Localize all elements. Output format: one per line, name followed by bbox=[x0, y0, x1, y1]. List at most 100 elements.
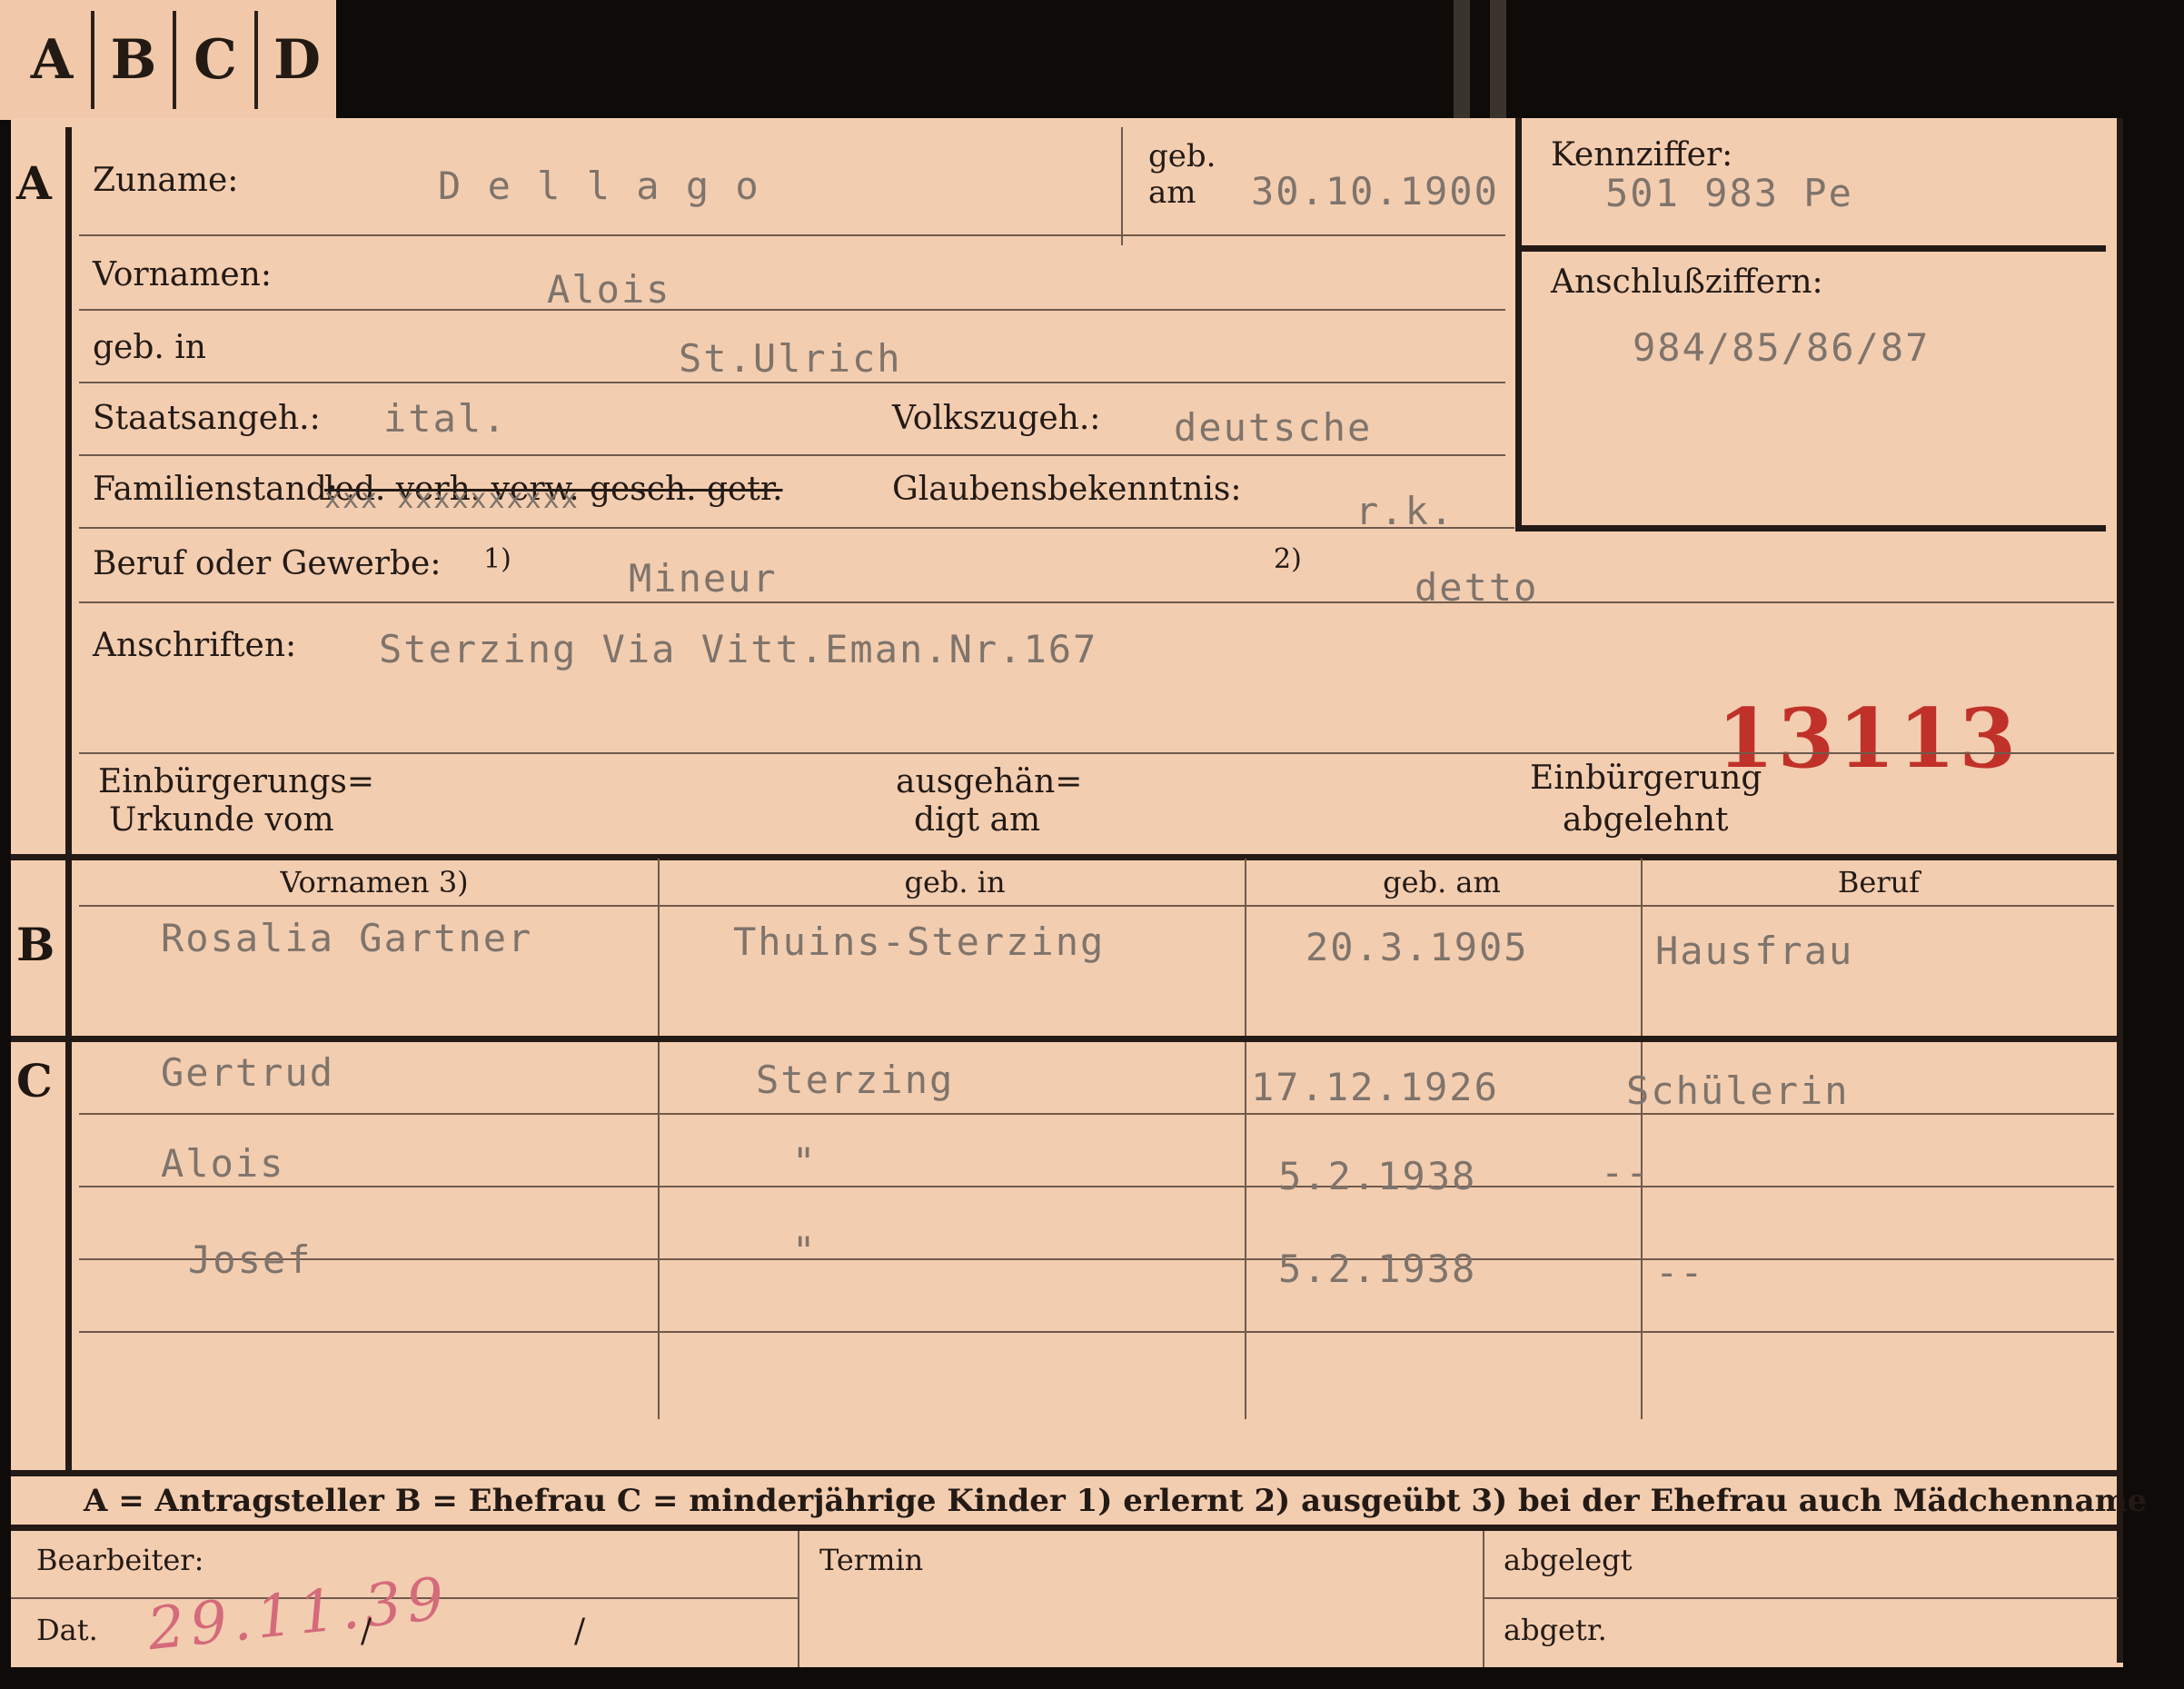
zuname-value: D e l l a g o bbox=[438, 164, 760, 208]
staatsangeh-label: Staatsangeh.: bbox=[93, 400, 321, 437]
vornamen-value: Alois bbox=[547, 267, 671, 312]
rule bbox=[79, 309, 1505, 311]
rule bbox=[79, 1258, 2114, 1260]
col-divider bbox=[1245, 1042, 1246, 1419]
left-rule bbox=[65, 127, 72, 1472]
child-1-name: Gertrud bbox=[161, 1050, 335, 1095]
section-c-top-rule bbox=[11, 1036, 2119, 1042]
geb-am-label-2: am bbox=[1148, 174, 1196, 211]
kennziffer-box-bottom bbox=[1515, 525, 2106, 532]
date-slash-2: / bbox=[574, 1613, 586, 1650]
rule bbox=[79, 1186, 2114, 1187]
beruf-note-1: 1) bbox=[483, 543, 511, 575]
beruf-value-1: Mineur bbox=[629, 556, 778, 601]
rule bbox=[79, 234, 1505, 236]
handwritten-date: 29.11.39 bbox=[144, 1565, 452, 1664]
col-header-geb-am: geb. am bbox=[1383, 865, 1501, 899]
beruf-label: Beruf oder Gewerbe: bbox=[93, 545, 442, 582]
date-slash-1: / bbox=[361, 1613, 372, 1650]
child-3-occupation: -- bbox=[1655, 1250, 1705, 1295]
tab-a[interactable]: A bbox=[13, 11, 94, 109]
legend-text: A = Antragsteller B = Ehefrau C = minder… bbox=[84, 1483, 2148, 1519]
section-a-marker: A bbox=[16, 156, 52, 210]
ausgehaen-label-1: ausgehän= bbox=[896, 763, 1083, 800]
spouse-birthdate: 20.3.1905 bbox=[1305, 925, 1529, 969]
familienstand-label: Familienstand: bbox=[93, 471, 338, 508]
anschriften-value: Sterzing Via Vitt.Eman.Nr.167 bbox=[379, 627, 1098, 671]
ausgehaen-label-2: digt am bbox=[914, 801, 1041, 839]
bearbeiter-label: Bearbeiter: bbox=[36, 1543, 204, 1577]
einbuergerung-label-2: abgelehnt bbox=[1563, 801, 1729, 839]
geb-am-value: 30.10.1900 bbox=[1251, 169, 1499, 214]
rule bbox=[79, 454, 1505, 456]
registration-card: A Zuname: D e l l a g o geb. am 30.10.19… bbox=[11, 118, 2147, 1667]
divider bbox=[1121, 127, 1123, 245]
geb-in-value: St.Ulrich bbox=[679, 336, 902, 381]
footer-divider bbox=[798, 1531, 799, 1667]
section-b-marker: B bbox=[16, 918, 55, 971]
section-b-top-rule bbox=[11, 854, 2119, 860]
registration-number-stamp: 13113 bbox=[1717, 691, 2020, 787]
rule bbox=[79, 382, 1505, 383]
rule bbox=[79, 905, 2114, 907]
tab-c[interactable]: C bbox=[176, 11, 258, 109]
rule bbox=[79, 1331, 2114, 1333]
abgetr-label: abgetr. bbox=[1504, 1613, 1607, 1647]
child-1-occupation: Schülerin bbox=[1626, 1068, 1850, 1113]
einbuergerungs-label-2: Urkunde vom bbox=[109, 801, 334, 839]
scan-artifact bbox=[1490, 0, 1506, 118]
child-2-occupation: -- bbox=[1601, 1150, 1651, 1195]
abgelegt-label: abgelegt bbox=[1504, 1543, 1633, 1577]
volkszugeh-label: Volkszugeh.: bbox=[892, 400, 1101, 437]
footer-divider bbox=[1483, 1531, 1484, 1667]
rule bbox=[79, 601, 2114, 603]
geb-in-label: geb. in bbox=[93, 329, 206, 366]
kennziffer-box-left bbox=[1515, 118, 1522, 532]
einbuergerungs-label-1: Einbürgerungs= bbox=[98, 763, 375, 800]
child-3-birthplace: " bbox=[792, 1228, 818, 1273]
index-tabs: A B C D bbox=[0, 0, 336, 120]
scan-artifact bbox=[1454, 0, 1470, 118]
col-header-beruf: Beruf bbox=[1837, 865, 1921, 899]
child-2-birthplace: " bbox=[792, 1139, 818, 1184]
zuname-label: Zuname: bbox=[93, 162, 239, 199]
anschlussziffern-label: Anschlußziffern: bbox=[1551, 263, 1823, 301]
kennziffer-value: 501 983 Pe bbox=[1605, 171, 1853, 215]
kennziffer-label: Kennziffer: bbox=[1551, 136, 1733, 174]
glaubensbekenntnis-label: Glaubensbekenntnis: bbox=[892, 471, 1242, 508]
rule bbox=[79, 527, 1514, 529]
section-c-marker: C bbox=[16, 1054, 53, 1108]
child-3-name: Josef bbox=[188, 1237, 313, 1282]
col-divider bbox=[658, 1042, 660, 1419]
staatsangeh-value: ital. bbox=[383, 396, 508, 441]
rule bbox=[79, 752, 2114, 754]
vornamen-label: Vornamen: bbox=[93, 256, 272, 293]
col-header-vornamen: Vornamen 3) bbox=[280, 865, 469, 899]
child-1-birthplace: Sterzing bbox=[756, 1058, 955, 1102]
tab-b[interactable]: B bbox=[94, 11, 176, 109]
child-2-birthdate: 5.2.1938 bbox=[1278, 1154, 1477, 1198]
spouse-name: Rosalia Gartner bbox=[161, 916, 533, 960]
rule bbox=[1483, 1597, 2119, 1599]
einbuergerung-label-1: Einbürgerung bbox=[1530, 760, 1762, 797]
right-rule bbox=[2117, 118, 2123, 1663]
volkszugeh-value: deutsche bbox=[1174, 405, 1373, 450]
child-2-name: Alois bbox=[161, 1141, 285, 1186]
dat-label: Dat. bbox=[36, 1613, 98, 1647]
tab-d[interactable]: D bbox=[258, 11, 336, 109]
rule bbox=[79, 1113, 2114, 1115]
geb-am-label-1: geb. bbox=[1148, 138, 1216, 174]
termin-label: Termin bbox=[819, 1543, 924, 1577]
child-3-birthdate: 5.2.1938 bbox=[1278, 1247, 1477, 1291]
beruf-note-2: 2) bbox=[1274, 543, 1302, 575]
child-1-birthdate: 17.12.1926 bbox=[1251, 1065, 1499, 1109]
col-header-geb-in: geb. in bbox=[904, 865, 1006, 899]
spouse-birthplace: Thuins-Sterzing bbox=[733, 919, 1106, 964]
kennziffer-box-mid bbox=[1515, 245, 2106, 252]
anschlussziffern-value: 984/85/86/87 bbox=[1633, 325, 1931, 370]
legend-bottom-rule bbox=[11, 1525, 2119, 1531]
familienstand-marks: xxx xxxxxxxxxx bbox=[324, 483, 580, 515]
legend-top-rule bbox=[11, 1470, 2119, 1476]
anschriften-label: Anschriften: bbox=[93, 627, 297, 664]
spouse-occupation: Hausfrau bbox=[1655, 929, 1854, 973]
